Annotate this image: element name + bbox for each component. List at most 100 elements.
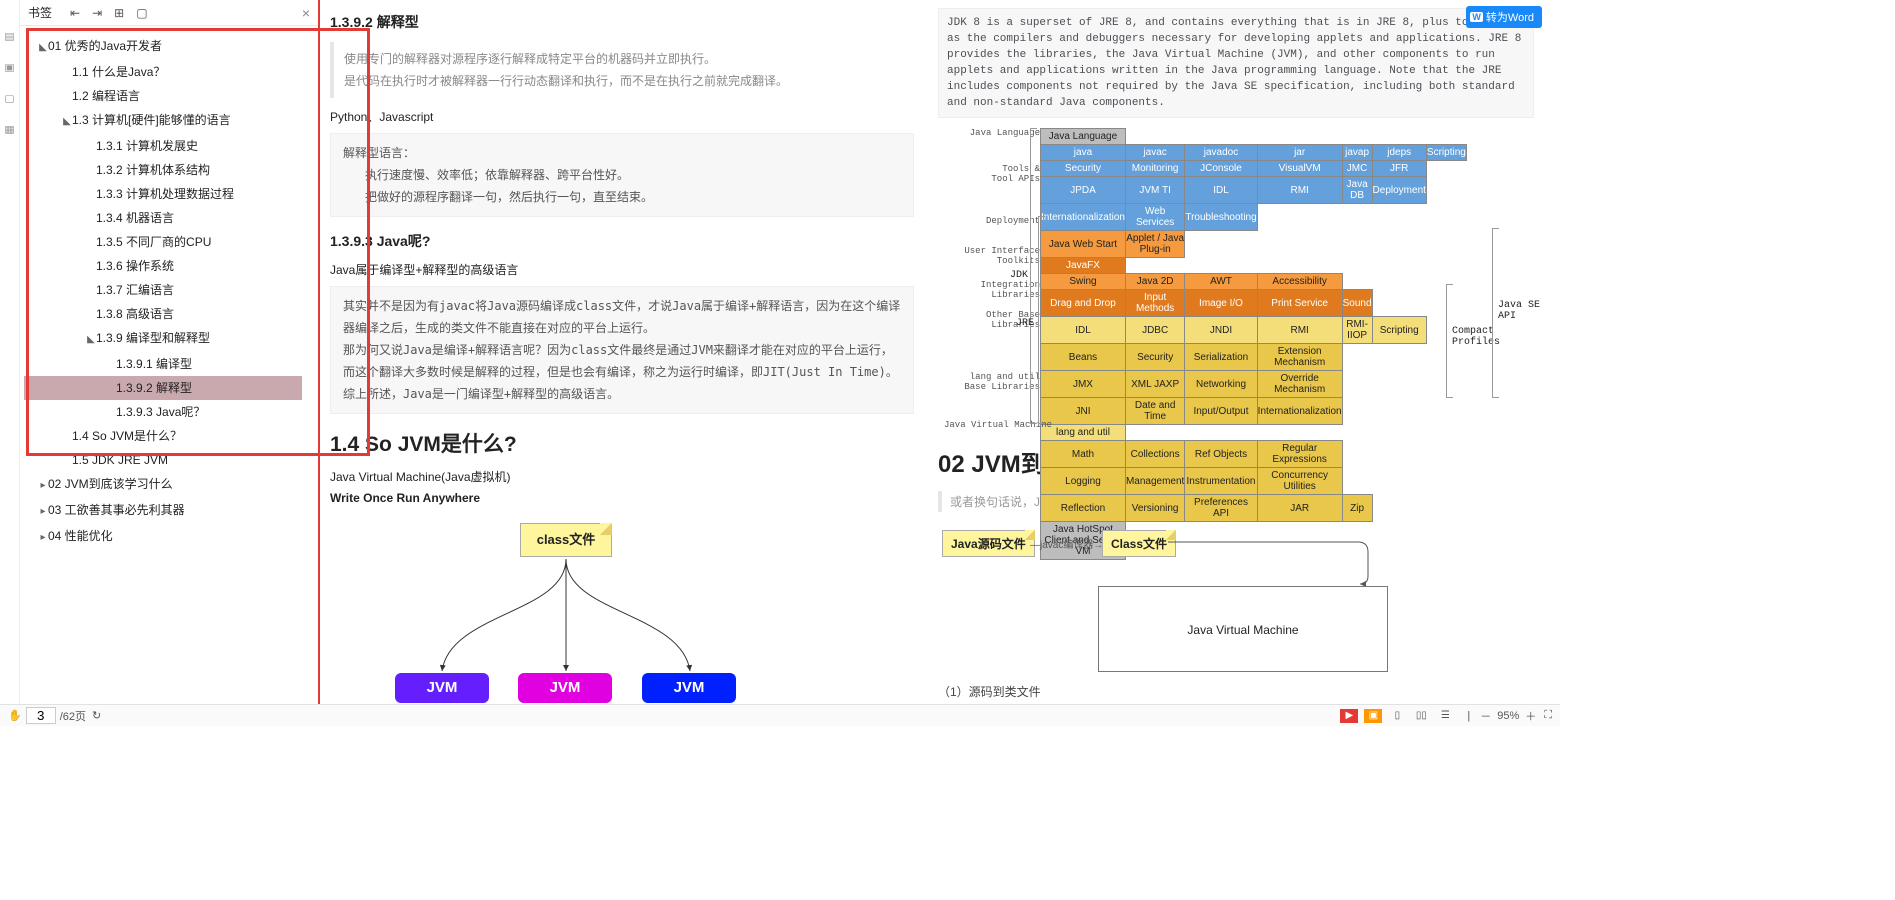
bookmark-tree: ◣01 优秀的Java开发者1.1 什么是Java？1.2 编程语言◣1.3 计… — [20, 26, 318, 562]
jvm-diagram: class文件 JVM JVM JVM Win Linux Mac — [330, 523, 914, 726]
platform-cell: Extension Mechanism — [1257, 344, 1342, 371]
jvm-linux: JVM — [518, 673, 612, 703]
tree-item[interactable]: 1.3.5 不同厂商的CPU — [24, 230, 314, 254]
fit-icon[interactable]: ⛶ — [1544, 709, 1552, 722]
tree-item[interactable]: 1.3.9.3 Java呢？ — [24, 400, 314, 424]
platform-cell: Serialization — [1185, 344, 1257, 371]
zoom-out-icon[interactable]: － — [1480, 708, 1491, 724]
tree-item[interactable]: 1.3.9.1 编译型 — [24, 352, 314, 376]
image-icon[interactable]: ▦ — [4, 124, 14, 136]
platform-cell: Management — [1125, 468, 1184, 495]
tree-item[interactable]: ◣01 优秀的Java开发者 — [24, 34, 314, 60]
platform-cell: Date and Time — [1125, 398, 1184, 425]
platform-cell: JNDI — [1185, 317, 1257, 344]
platform-cell: Java Web Start — [1041, 231, 1126, 258]
platform-cell: Java DB — [1342, 177, 1372, 204]
platform-cell: RMI — [1257, 317, 1342, 344]
tree-item[interactable]: 1.3.2 计算机体系结构 — [24, 158, 314, 182]
jvm-win: JVM — [395, 673, 489, 703]
hand-icon[interactable]: ✋ — [8, 709, 22, 722]
platform-cell: Versioning — [1125, 495, 1184, 522]
tree-item[interactable]: 1.2 编程语言 — [24, 84, 314, 108]
double-icon[interactable]: ▯▯ — [1412, 709, 1430, 723]
tree-item[interactable]: ▸02 JVM到底该学习什么 — [24, 472, 314, 498]
platform-cell: lang and util — [1041, 425, 1126, 441]
tree-item[interactable]: 1.3.8 高级语言 — [24, 302, 314, 326]
tree-item[interactable]: 1.3.4 机器语言 — [24, 206, 314, 230]
platform-cell: AWT — [1185, 274, 1257, 290]
bookmark-panel: 书签 ⇤ ⇥ ⊞ ▢ × ◣01 优秀的Java开发者1.1 什么是Java？1… — [20, 0, 320, 726]
tree-item[interactable]: 1.4 So JVM是什么？ — [24, 424, 314, 448]
expand-icon[interactable]: ⇥ — [92, 6, 102, 20]
page-right: W转为Word JDK 8 is a superset of JRE 8, an… — [938, 0, 1548, 726]
mode2-icon[interactable]: ▣ — [1364, 709, 1382, 723]
platform-cell: JAR — [1257, 495, 1342, 522]
platform-cell: Reflection — [1041, 495, 1126, 522]
platform-cell: Java 2D — [1125, 274, 1184, 290]
tree-item[interactable]: ◣1.3.9 编译型和解释型 — [24, 326, 314, 352]
platform-cell: JMC — [1342, 161, 1372, 177]
jre-label: JRE — [1016, 318, 1034, 329]
row-label: Java Language — [944, 128, 1040, 138]
jvm-mac: JVM — [642, 673, 736, 703]
platform-cell: JMX — [1041, 371, 1126, 398]
platform-cell: JFR — [1372, 161, 1426, 177]
add-icon[interactable]: ⊞ — [114, 6, 124, 20]
flow-diagram: Java源码文件 —javac编译器→ Class文件 Java Virtual… — [938, 526, 1534, 676]
code-1: 解释型语言： 执行速度慢、效率低；依靠解释器、跨平台性好。 把做好的源程序翻译一… — [330, 133, 914, 217]
convert-word-button[interactable]: W转为Word — [1466, 6, 1542, 28]
platform-cell: Monitoring — [1125, 161, 1184, 177]
row-label: Java Virtual Machine — [944, 420, 1040, 430]
platform-cell: Drag and Drop — [1041, 290, 1126, 317]
row-label: Tools & Tool APIs — [944, 164, 1040, 184]
platform-cell: Input Methods — [1125, 290, 1184, 317]
tree-item[interactable]: 1.3.3 计算机处理数据过程 — [24, 182, 314, 206]
platform-cell: JNI — [1041, 398, 1126, 425]
thumb-icon[interactable]: ▤ — [4, 31, 14, 43]
row-label: Deployment — [944, 216, 1040, 226]
close-icon[interactable]: × — [302, 5, 310, 21]
platform-cell: javap — [1342, 145, 1372, 161]
platform-cell: Sound — [1342, 290, 1372, 317]
bookmark-add-icon[interactable]: ▢ — [136, 6, 147, 20]
tree-item[interactable]: ▸03 工欲善其事必先利其器 — [24, 498, 314, 524]
row-label: Integration Libraries — [944, 280, 1040, 300]
row-label: lang and util Base Libraries — [944, 372, 1040, 392]
cont-icon[interactable]: ☰ — [1436, 709, 1454, 723]
single-icon[interactable]: ▯ — [1388, 709, 1406, 723]
collapse-icon[interactable]: ⇤ — [70, 6, 80, 20]
tree-item[interactable]: 1.3.7 汇编语言 — [24, 278, 314, 302]
tree-item[interactable]: 1.3.6 操作系统 — [24, 254, 314, 278]
jdk-description: JDK 8 is a superset of JRE 8, and contai… — [938, 8, 1534, 118]
platform-cell: Preferences API — [1185, 495, 1257, 522]
refresh-icon[interactable]: ↻ — [92, 709, 101, 722]
tree-item[interactable]: 1.5 JDK JRE JVM — [24, 448, 314, 472]
tree-item[interactable]: ▸04 性能优化 — [24, 524, 314, 550]
platform-cell: Zip — [1342, 495, 1372, 522]
page-input[interactable] — [26, 707, 56, 724]
mode1-icon[interactable]: ▶ — [1340, 709, 1358, 723]
platform-cell: Accessibility — [1257, 274, 1342, 290]
platform-cell: jar — [1257, 145, 1342, 161]
zoom-value: 95% — [1497, 710, 1519, 722]
platform-cell: Applet / Java Plug-in — [1125, 231, 1184, 258]
zoom-in-icon[interactable]: ＋ — [1525, 708, 1536, 724]
attach-icon[interactable]: ▢ — [4, 93, 14, 105]
heading-1393: 1.3.9.3 Java呢? — [330, 231, 914, 251]
platform-cell: VisualVM — [1257, 161, 1342, 177]
bookmark-icon[interactable]: ▣ — [4, 62, 14, 74]
platform-cell: Internationalization — [1041, 204, 1126, 231]
jvm-rect: Java Virtual Machine — [1098, 586, 1388, 672]
tree-item[interactable]: 1.3.9.2 解释型 — [24, 376, 302, 400]
platform-cell: JVM TI — [1125, 177, 1184, 204]
doc-content: 1.3.9.2 解释型 使用专门的解释器对源程序逐行解释成特定平台的机器码并立即… — [320, 0, 1560, 726]
platform-cell: Ref Objects — [1185, 441, 1257, 468]
page-total: /62页 — [60, 708, 86, 724]
tree-item[interactable]: 1.3.1 计算机发展史 — [24, 134, 314, 158]
platform-cell: Security — [1041, 161, 1126, 177]
platform-cell: RMI-IIOP — [1342, 317, 1372, 344]
tree-item[interactable]: 1.1 什么是Java？ — [24, 60, 314, 84]
page-left: 1.3.9.2 解释型 使用专门的解释器对源程序逐行解释成特定平台的机器码并立即… — [320, 0, 938, 726]
platform-cell: Scripting — [1426, 145, 1466, 161]
tree-item[interactable]: ◣1.3 计算机[硬件]能够懂的语言 — [24, 108, 314, 134]
